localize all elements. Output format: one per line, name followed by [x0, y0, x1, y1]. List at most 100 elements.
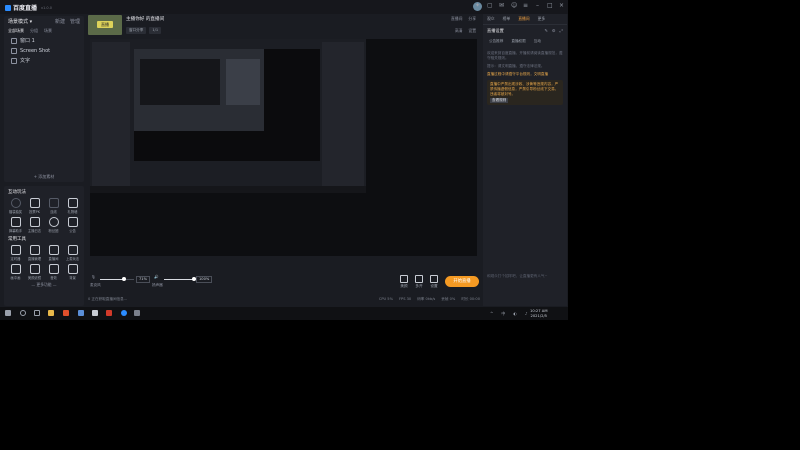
fans-icon	[48, 217, 59, 227]
app-icon[interactable]	[63, 310, 69, 316]
chat-message: 欢迎来到百度直播，开播前请阅读直播规范，遵守相关规则。	[487, 51, 563, 60]
tool-background[interactable]: 背景	[63, 264, 82, 280]
gear-icon[interactable]: ⚙	[552, 28, 556, 34]
segment-recommend[interactable]: 公告推荐	[487, 38, 505, 45]
list-item[interactable]: Screen Shot	[8, 46, 80, 55]
new-scene-button[interactable]: 新建	[55, 18, 65, 25]
tool-icon[interactable]	[134, 310, 140, 316]
close-icon[interactable]: ×	[559, 3, 564, 9]
network-icon[interactable]: ◐	[513, 311, 517, 317]
view-rules-link[interactable]: 查看规则	[490, 98, 509, 103]
tool-fans[interactable]: 粉丝团	[44, 217, 63, 233]
search-icon[interactable]	[20, 310, 26, 316]
scene-mode-dropdown[interactable]: 场景模式 ▾	[8, 18, 32, 25]
baidu-live-icon[interactable]	[121, 310, 127, 316]
settings-button[interactable]: 设置	[430, 275, 438, 289]
tool-vote[interactable]: 投票PK	[25, 198, 44, 214]
tool-connect[interactable]: 连线	[44, 198, 63, 214]
tool-label: 弹幕助手	[8, 229, 23, 233]
message-icon[interactable]: ▢	[487, 3, 493, 9]
shield-icon	[29, 198, 40, 208]
notes-icon[interactable]	[92, 310, 98, 316]
tool-danmaku[interactable]: 弹幕助手	[6, 217, 25, 233]
list-item[interactable]: 文字	[8, 56, 80, 65]
mic-icon[interactable]: 🎙	[91, 275, 96, 279]
settings-button[interactable]: 设置	[468, 28, 476, 34]
tab-groups[interactable]: 分组	[30, 28, 38, 34]
list-item[interactable]: 窗口 1	[8, 36, 80, 45]
explorer-icon[interactable]	[48, 310, 54, 316]
task-view-icon[interactable]	[34, 310, 40, 316]
room-cover[interactable]: 直播	[88, 15, 122, 35]
gift-wall-icon	[67, 198, 78, 208]
section-title: 常用工具	[8, 237, 26, 242]
beauty-button[interactable]: 美颜	[400, 275, 408, 289]
multi-open-button[interactable]: 多开	[415, 275, 423, 289]
ime-icon[interactable]: 中	[501, 311, 505, 317]
room-link[interactable]: 直播间	[451, 16, 462, 22]
minimize-icon[interactable]: –	[535, 3, 540, 9]
tab-scenes[interactable]: 场景	[44, 28, 52, 34]
duration-stat: 时长 00:00	[461, 297, 480, 301]
list-item-label: Screen Shot	[20, 47, 51, 54]
mail-icon[interactable]: ✉	[499, 3, 504, 9]
tool-mic-game[interactable]: 上麦玩法	[63, 245, 82, 261]
slider-knob[interactable]	[122, 277, 127, 281]
tool-live-manage[interactable]: 直播管理	[25, 245, 44, 261]
clock[interactable]: 10:27 AM 2021/2/5	[530, 309, 548, 318]
segment-permission[interactable]: 直播权限	[509, 38, 527, 45]
tab-all-scenes[interactable]: 全部场景	[8, 28, 24, 34]
volume-icon[interactable]: ♪	[525, 311, 528, 317]
tab-audience[interactable]: 观众	[487, 16, 495, 22]
tool-room[interactable]: 直播间	[44, 245, 63, 261]
cover-badge: 直播	[97, 21, 113, 28]
tab-room[interactable]: 直播间	[518, 16, 529, 22]
tool-pip[interactable]: 画中画	[6, 264, 25, 280]
tool-gift-wall[interactable]: 礼物墙	[63, 198, 82, 214]
browser-icon[interactable]	[78, 310, 84, 316]
notice-icon	[67, 217, 78, 227]
share-button[interactable]: 分享	[468, 16, 476, 22]
speaker-icon[interactable]: 🔊	[154, 275, 158, 279]
tool-timer[interactable]: 定时器	[6, 245, 25, 261]
mic-volume-slider[interactable]	[100, 277, 134, 281]
live-preview[interactable]	[90, 39, 477, 256]
quality-select[interactable]: 高清	[455, 28, 463, 34]
menu-icon[interactable]: ≡	[523, 3, 528, 9]
manage-scene-button[interactable]: 管理	[70, 18, 80, 25]
tab-more[interactable]: 更多	[538, 16, 546, 22]
tool-log[interactable]: 主播日志	[25, 217, 44, 233]
section-title: 互动玩法	[8, 190, 26, 195]
tray-expand-icon[interactable]: ^	[490, 311, 493, 317]
clock-date: 2021/2/5	[530, 313, 548, 318]
more-tools-link[interactable]: — 更多功能 —	[4, 282, 84, 288]
tool-label: 上麦玩法	[65, 257, 80, 261]
tool-beauty[interactable]: 美颜滤镜	[25, 264, 44, 280]
log-icon	[29, 217, 40, 227]
fps-stat: FPS 30	[398, 297, 412, 301]
start-icon[interactable]	[5, 310, 11, 316]
expand-icon[interactable]: ⤢	[560, 28, 563, 34]
tool-label: 礼物墙	[67, 210, 78, 214]
title-bar: 百度直播 v1.0.0 ✦ ▢ ✉ ☺ ≡ – □ ×	[0, 0, 568, 14]
section-title: 直播设置	[487, 28, 504, 33]
app-logo: 百度直播 v1.0.0	[5, 3, 52, 12]
tool-sound[interactable]: 音效	[44, 264, 63, 280]
maximize-icon[interactable]: □	[547, 3, 553, 9]
tab-ranking[interactable]: 榜单	[503, 16, 511, 22]
add-source-button[interactable]: + 添加素材	[4, 174, 84, 180]
speaker-volume-slider[interactable]	[164, 277, 196, 281]
edit-icon[interactable]: ✎	[544, 28, 548, 34]
user-icon[interactable]: ☺	[511, 3, 517, 9]
room-title[interactable]: 主播你好 的直播间	[126, 16, 164, 22]
office-icon[interactable]	[106, 310, 112, 316]
tool-notice[interactable]: 公告	[63, 217, 82, 233]
gift-icon[interactable]: ✦	[475, 3, 480, 9]
tool-lucky-bag[interactable]: 福袋抽奖	[6, 198, 25, 214]
beauty-icon	[400, 275, 408, 283]
mic-volume-value: 71%	[136, 276, 150, 283]
start-live-button[interactable]: 开始直播	[445, 276, 479, 287]
chat-input[interactable]: 和观众打个招呼吧，让直播更有人气~	[487, 274, 563, 284]
tool-label: 背景	[69, 276, 76, 280]
segment-interact[interactable]: 互动	[532, 38, 543, 45]
